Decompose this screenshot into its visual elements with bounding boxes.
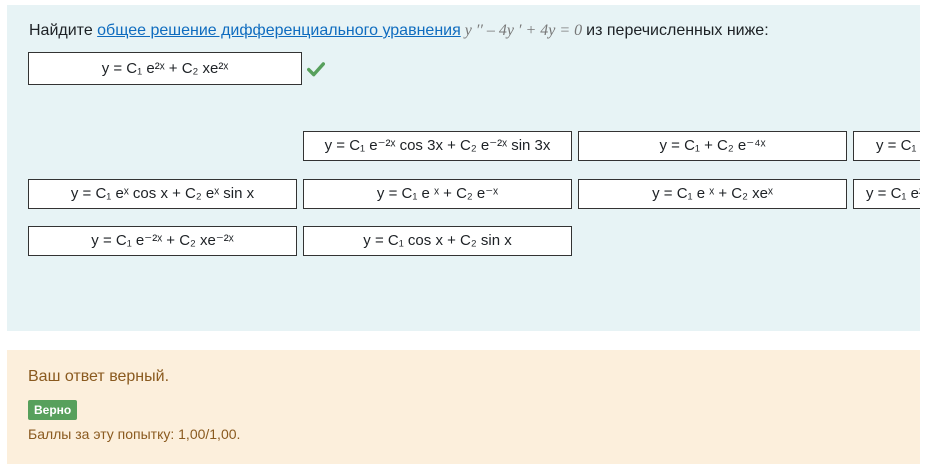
prompt-text-end: из перечисленных ниже: bbox=[586, 22, 769, 39]
feedback-message: Ваш ответ верный. bbox=[28, 368, 170, 385]
option-5[interactable]: y = C₁ e ˣ + C₂ e⁻ˣ bbox=[303, 179, 572, 209]
option-6[interactable]: y = C₁ e ˣ + C₂ xeˣ bbox=[578, 179, 847, 209]
prompt-equation: y ′′ – 4y ′ + 4y = 0 bbox=[460, 22, 587, 39]
prompt-text-start: Найдите bbox=[29, 22, 98, 39]
check-icon bbox=[307, 62, 325, 77]
question-panel: Найдите общее решение дифференциального … bbox=[7, 5, 920, 331]
answer-drop-zone[interactable]: y = C₁ e²ˣ + C₂ xe²ˣ bbox=[28, 52, 302, 85]
status-badge: Верно bbox=[28, 400, 78, 420]
option-3[interactable]: y = C₁ e bbox=[853, 131, 920, 161]
glossary-link[interactable]: общее решение дифференциального уравнени… bbox=[97, 22, 461, 39]
option-2[interactable]: y = C₁ + C₂ e⁻⁴ˣ bbox=[578, 131, 847, 161]
option-1[interactable]: y = C₁ e⁻²ˣ cos 3x + C₂ e⁻²ˣ sin 3x bbox=[303, 131, 572, 161]
option-8[interactable]: y = C₁ e⁻²ˣ + C₂ xe⁻²ˣ bbox=[28, 226, 297, 256]
option-4[interactable]: y = C₁ eˣ cos x + C₂ eˣ sin x bbox=[28, 179, 297, 209]
option-7[interactable]: y = C₁ e² bbox=[853, 179, 920, 209]
feedback-panel: Ваш ответ верный. Верно Баллы за эту поп… bbox=[7, 350, 920, 464]
question-prompt: Найдите общее решение дифференциального … bbox=[29, 22, 769, 40]
option-9[interactable]: y = C₁ cos x + C₂ sin x bbox=[303, 226, 572, 256]
score-text: Баллы за эту попытку: 1,00/1,00. bbox=[28, 426, 241, 442]
